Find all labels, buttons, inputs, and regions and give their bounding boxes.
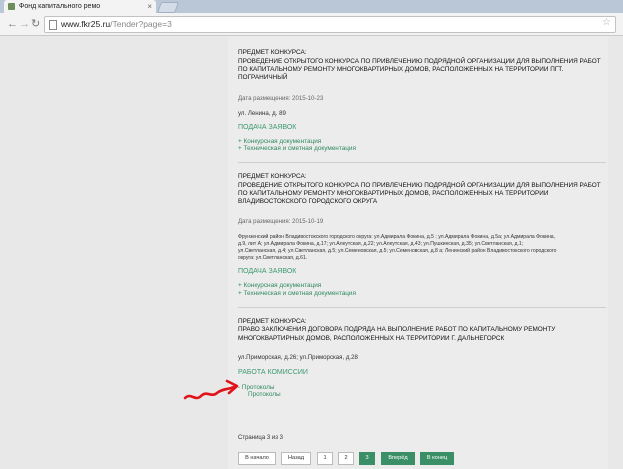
- back-arrow-icon[interactable]: ←: [7, 17, 18, 31]
- tender-2-section-title: ПОДАЧА ЗАЯВОК: [238, 268, 297, 275]
- tender-3-address: ул.Приморская, д.26; ул.Приморская, д.28: [238, 354, 358, 361]
- tender-1-subject-line: ПО КАПИТАЛЬНОМУ РЕМОНТУ МНОГОКВАРТИРНЫХ …: [238, 66, 564, 73]
- tender-1-section-title: ПОДАЧА ЗАЯВОК: [238, 124, 297, 131]
- tender-1-tech-docs-link[interactable]: + Техническая и сметная документация: [238, 145, 356, 153]
- tender-1-address: ул. Ленина, д. 89: [238, 110, 286, 117]
- url-host: www.fkr25.ru: [61, 19, 111, 29]
- tender-1-subject-line: ПРОВЕДЕНИЕ ОТКРЫТОГО КОНКУРСА ПО ПРИВЛЕЧ…: [238, 58, 601, 65]
- tender-1-subject-label: ПРЕДМЕТ КОНКУРСА:: [238, 49, 307, 56]
- new-tab-button[interactable]: [156, 2, 180, 13]
- address-bar[interactable]: www.fkr25.ru/Tender?page=3 ☆: [44, 16, 616, 33]
- tender-3-subject-label: ПРЕДМЕТ КОНКУРСА:: [238, 318, 307, 325]
- tender-2-address-line: округа: ул.Светланская, д.61.: [238, 255, 308, 261]
- page-3-button[interactable]: 3: [359, 452, 375, 465]
- browser-tab[interactable]: Фонд капитального ремо ×: [4, 0, 156, 13]
- browser-toolbar: ← → ↻ www.fkr25.ru/Tender?page=3 ☆: [0, 13, 623, 36]
- tender-2-subject-line: ПРОВЕДЕНИЕ ОТКРЫТОГО КОНКУРСА ПО ПРИВЛЕЧ…: [238, 182, 601, 189]
- tender-1-subject-line: ПОГРАНИЧНЫЙ: [238, 74, 288, 81]
- pagination-status: Страница 3 из 3: [238, 435, 283, 441]
- bookmark-star-icon[interactable]: ☆: [602, 17, 611, 28]
- tender-2-subject-line: ПО КАПИТАЛЬНОМУ РЕМОНТУ МНОГОКВАРТИРНЫХ …: [238, 190, 549, 197]
- tender-1-date: Дата размещения: 2015-10-23: [238, 95, 324, 102]
- prev-page-button[interactable]: Назад: [281, 452, 311, 465]
- site-favicon-icon: [8, 3, 15, 10]
- tender-2-tech-docs-link[interactable]: + Техническая и сметная документация: [238, 290, 356, 298]
- first-page-button[interactable]: В начало: [238, 452, 276, 465]
- forward-arrow-icon[interactable]: →: [19, 17, 30, 31]
- protocols-link[interactable]: Протоколы: [248, 391, 281, 399]
- divider: [238, 162, 606, 163]
- page-2-button[interactable]: 2: [338, 452, 354, 465]
- tender-2-subject-line: ВЛАДИВОСТОКСКОГО ГОРОДСКОГО ОКРУГА: [238, 198, 378, 205]
- divider: [238, 307, 606, 308]
- tender-2-date: Дата размещения: 2015-10-19: [238, 218, 324, 225]
- tender-2-docs-link[interactable]: + Конкурсная документация: [238, 282, 321, 290]
- reload-icon[interactable]: ↻: [31, 17, 40, 31]
- page-icon: [49, 20, 57, 30]
- tender-3-subject-line: МНОГОКВАРТИРНЫХ ДОМОВ, РАСПОЛОЖЕННЫХ НА …: [238, 335, 505, 342]
- browser-tab-strip: Фонд капитального ремо ×: [0, 0, 623, 13]
- url-path: /Tender?page=3: [110, 19, 172, 29]
- page-1-button[interactable]: 1: [317, 452, 333, 465]
- tender-3-section-title: РАБОТА КОМИССИИ: [238, 369, 308, 376]
- tab-title: Фонд капитального ремо: [19, 3, 101, 10]
- tender-2-subject-label: ПРЕДМЕТ КОНКУРСА:: [238, 173, 307, 180]
- close-tab-icon[interactable]: ×: [147, 0, 152, 13]
- next-page-button[interactable]: Вперёд: [381, 452, 415, 465]
- tender-3-subject-line: ПРАВО ЗАКЛЮЧЕНИЯ ДОГОВОРА ПОДРЯДА НА ВЫП…: [238, 326, 556, 333]
- red-arrow-annotation-icon: [183, 379, 239, 400]
- url-text: www.fkr25.ru/Tender?page=3: [61, 19, 172, 29]
- last-page-button[interactable]: В конец: [420, 452, 454, 465]
